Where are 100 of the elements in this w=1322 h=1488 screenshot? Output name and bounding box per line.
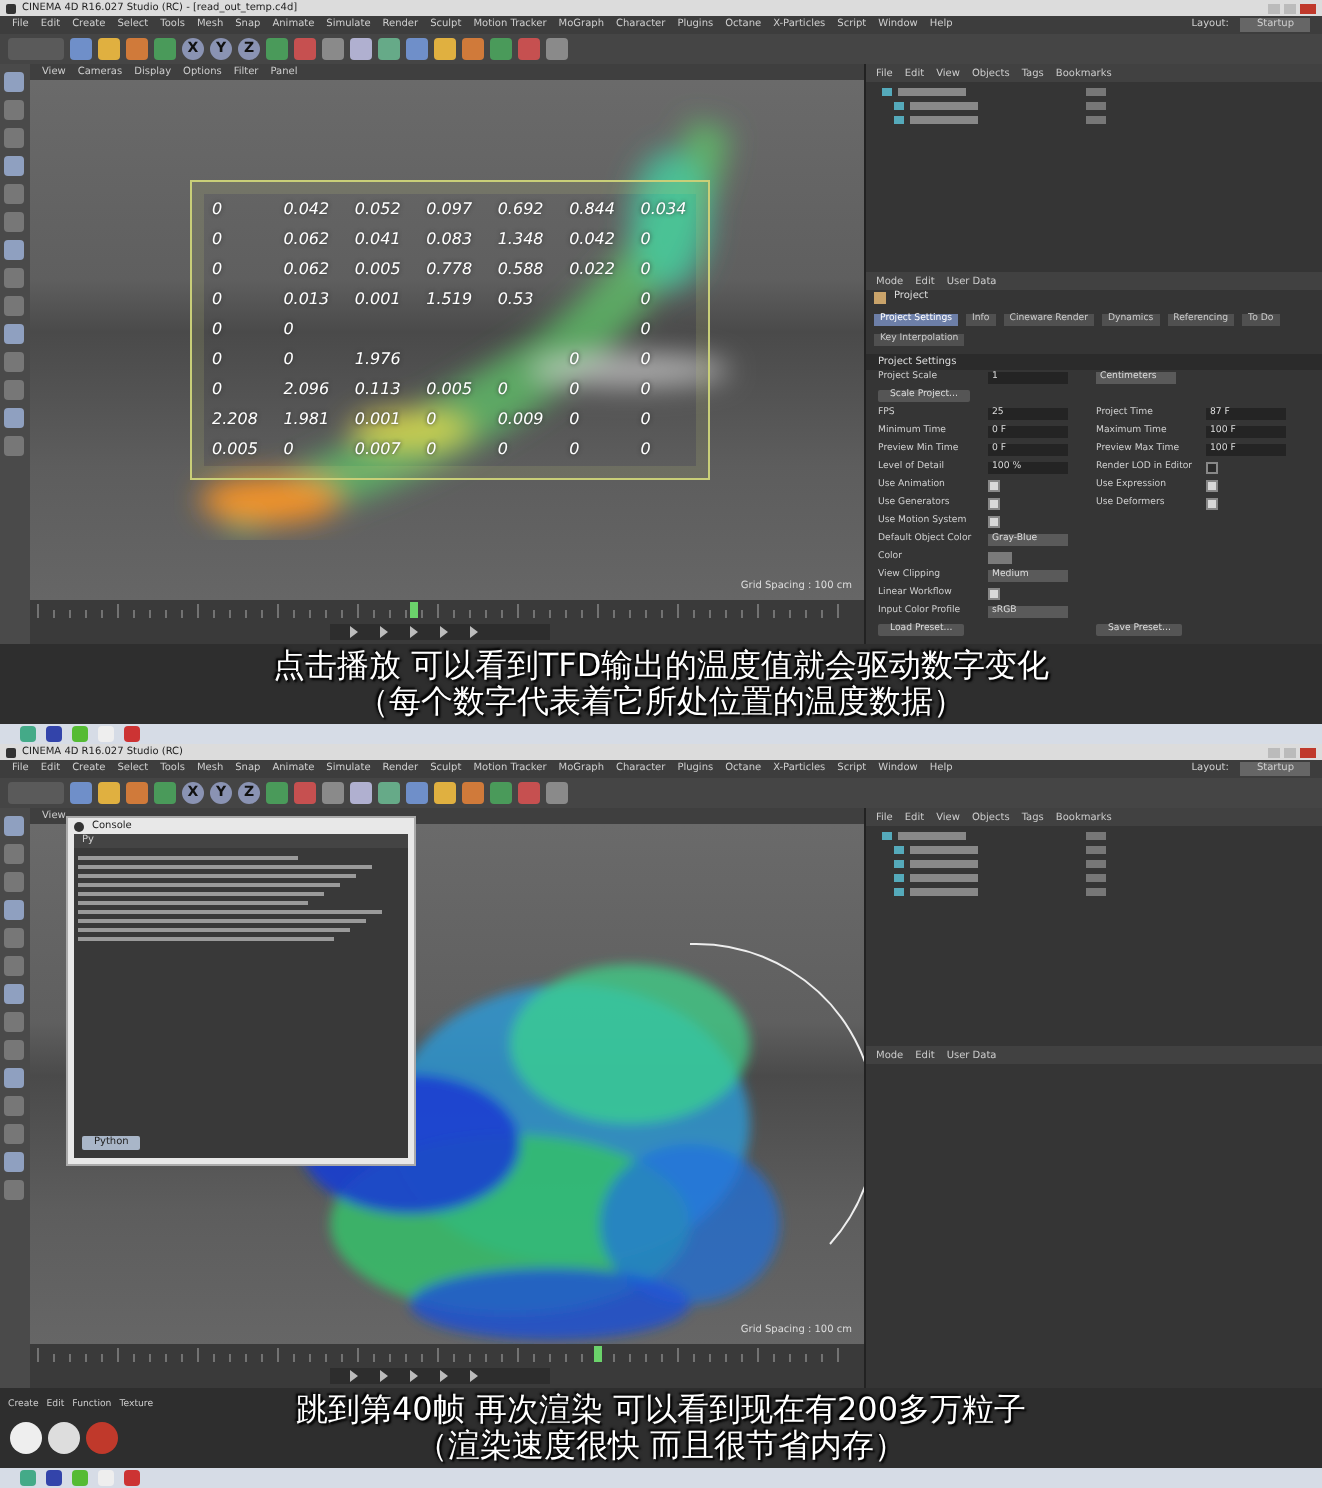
color-swatch[interactable] [988,552,1012,564]
grid-value: 0.042 [281,199,330,220]
tool-icon[interactable] [378,38,400,60]
grid-value: 0 [638,350,651,371]
tool-icon[interactable] [266,38,288,60]
tool-icon[interactable] [126,38,148,60]
tool-icon[interactable] [518,38,540,60]
grid-value: 0 [638,259,651,280]
grid-value: 0 [281,440,294,461]
tool-icon[interactable] [462,38,484,60]
tool-icon[interactable] [266,782,288,804]
grid-value: 2.208 [210,410,258,431]
grid-value: 0.588 [495,259,544,280]
grid-value: 0 [495,440,508,461]
material-swatches-drawing[interactable] [10,1422,118,1455]
tool-icon[interactable] [350,782,372,804]
checkbox[interactable] [988,480,1000,492]
grid-value: 0.778 [424,259,473,280]
tool-icon[interactable] [154,38,176,60]
tool-icon[interactable] [434,782,456,804]
playback-controls-drawing[interactable] [330,624,550,640]
grid-value: 0.042 [567,229,615,250]
tool-icon[interactable] [518,782,540,804]
tool-icon[interactable] [490,782,512,804]
grid-value: 1.981 [281,410,330,431]
checkbox[interactable] [1206,462,1218,474]
checkbox[interactable] [988,516,1000,528]
viewport[interactable] [30,64,864,600]
grid-value: 0 [424,410,437,431]
grid-value: 0.844 [567,199,615,220]
grid-value: 0 [567,350,580,371]
object-list-drawing[interactable] [882,88,1106,124]
checkbox[interactable] [988,588,1000,600]
grid-value: 0 [638,410,651,431]
grid-value: 0.083 [424,229,473,250]
tool-icon[interactable] [350,38,372,60]
grid-value: 0.005 [352,259,401,280]
project-icon [874,291,886,304]
object-list-drawing[interactable] [882,832,1106,896]
grid-value: 0 [281,350,294,371]
tool-icon[interactable] [546,782,568,804]
grid-value: 0.692 [495,199,544,220]
checkbox[interactable] [988,498,1000,510]
grid-value: 0 [281,319,294,340]
grid-value: 0 [638,229,651,250]
grid-value: 0.53 [495,289,534,310]
grid-value: 0 [210,259,223,280]
grid-value: 0.009 [495,410,544,431]
grid-value: 0.013 [281,289,330,310]
subtitle-line: 跳到第40帧 再次渲染 可以看到现在有200多万粒子 [295,1392,1027,1428]
grid-value: 0 [495,380,508,401]
grid-value: 0.052 [352,199,401,220]
checkbox[interactable] [1206,480,1218,492]
grid-value: 0 [638,289,651,310]
tool-icon[interactable] [406,38,428,60]
grid-value: 0 [567,380,580,401]
app-icon [74,821,84,831]
tool-icon[interactable] [434,38,456,60]
grid-value: 0 [638,319,651,340]
grid-value: 0 [638,440,651,461]
grid-value: 0.113 [352,380,401,401]
tool-icon[interactable] [322,782,344,804]
grid-value: 0.062 [281,229,330,250]
grid-value: 0.001 [352,410,401,431]
tool-icon[interactable] [70,38,92,60]
tool-icon[interactable] [378,782,400,804]
playback-controls-drawing[interactable] [330,1368,550,1384]
tool-icon[interactable] [406,782,428,804]
tool-icon[interactable] [462,782,484,804]
grid-value: 0.022 [567,259,615,280]
grid-value: 0 [210,199,223,220]
grid-value: 0.005 [210,440,258,461]
grid-value: 0.001 [352,289,401,310]
tool-icon[interactable] [322,38,344,60]
subtitle-line: （每个数字代表着它所处位置的温度数据） [357,684,965,720]
tool-icon[interactable] [98,38,120,60]
tool-icon[interactable] [294,38,316,60]
tool-icon[interactable] [294,782,316,804]
tool-icon[interactable] [490,38,512,60]
window-controls-icon [1268,747,1316,757]
grid-value: 0 [567,410,580,431]
grid-value: 0 [210,289,223,310]
grid-value: 0 [210,229,223,250]
tool-icon[interactable] [154,782,176,804]
subtitle-line: （渲染速度很快 而且很节省内存） [415,1428,907,1464]
subtitle-line: 点击播放 可以看到TFD输出的温度值就会驱动数字变化 [272,648,1050,684]
grid-value: 1.348 [495,229,544,250]
tool-icon[interactable] [70,782,92,804]
tool-icon[interactable] [546,38,568,60]
grid-value: 2.096 [281,380,330,401]
grid-value: 0.062 [281,259,330,280]
grid-value: 0 [567,440,580,461]
window-controls-icon [1268,3,1316,13]
grid-value: 1.519 [424,289,473,310]
checkbox[interactable] [1206,498,1218,510]
grid-value: 0.005 [424,380,473,401]
grid-value: 1.976 [352,350,401,371]
grid-value: 0 [424,440,437,461]
tool-icon[interactable] [98,782,120,804]
tool-icon[interactable] [126,782,148,804]
